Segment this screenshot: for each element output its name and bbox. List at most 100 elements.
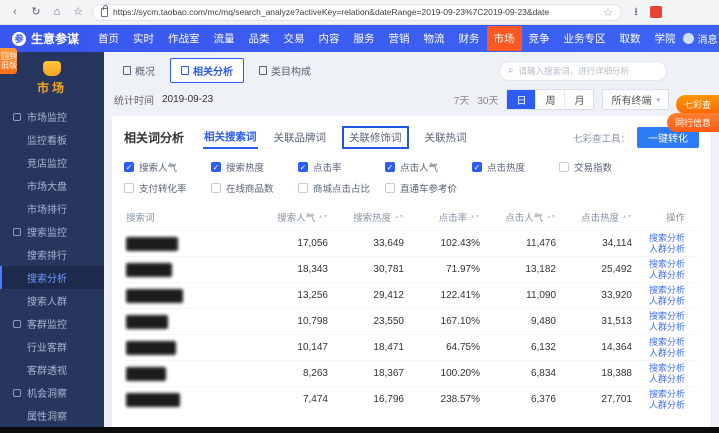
checkbox-icon[interactable] (298, 183, 308, 193)
audience-analysis-link[interactable]: 人群分析 (649, 400, 685, 411)
filter-pay-conversion[interactable]: 支付转化率 (124, 181, 211, 195)
sort-icon[interactable]: ▲▼ (318, 215, 328, 219)
audience-analysis-link[interactable]: 人群分析 (649, 348, 685, 359)
sort-icon[interactable]: ▲▼ (470, 215, 480, 219)
back-icon[interactable]: ‹ (8, 5, 22, 19)
peer-info-pill-button[interactable]: 同行信息 (667, 113, 719, 132)
checkbox-checked-icon[interactable]: ✓ (385, 162, 395, 172)
filter-online-products[interactable]: 在线商品数 (211, 181, 298, 195)
nav-item-competition[interactable]: 竞争 (522, 26, 557, 51)
nav-item-market[interactable]: 市场 (487, 26, 522, 51)
nav-item-finance[interactable]: 财务 (452, 26, 487, 51)
col-search-heat[interactable]: 搜索热度▲▼ (328, 210, 404, 224)
audience-analysis-link[interactable]: 人群分析 (649, 322, 685, 333)
search-analysis-link[interactable]: 搜索分析 (649, 337, 685, 348)
qicaicha-pill-button[interactable]: 七彩查 (676, 95, 719, 114)
keyword-search-box[interactable]: ⌕ (499, 61, 667, 81)
sidebar-item-attribute-insight[interactable]: 属性洞察 (0, 404, 104, 427)
sidebar-item-opportunity-insight[interactable]: 机会洞察 (0, 381, 104, 404)
nav-item-academy[interactable]: 学院 (648, 26, 683, 51)
download-icon[interactable]: ⭳ (629, 5, 643, 19)
nav-item-content[interactable]: 内容 (312, 26, 347, 51)
sidebar-item-market-ranking[interactable]: 市场排行 (0, 197, 104, 220)
filter-search-heat[interactable]: ✓搜索热度 (211, 160, 298, 174)
sidebar-item-market-overview[interactable]: 市场大盘 (0, 174, 104, 197)
sidebar-item-industry-audience[interactable]: 行业客群 (0, 335, 104, 358)
nav-user[interactable]: 消息 (683, 31, 718, 46)
sidebar-item-audience-insight[interactable]: 客群透视 (0, 358, 104, 381)
col-click-rate[interactable]: 点击率▲▼ (404, 210, 480, 224)
checkbox-icon[interactable] (559, 162, 569, 172)
search-term-cell[interactable] (124, 289, 252, 303)
search-analysis-link[interactable]: 搜索分析 (649, 285, 685, 296)
checkbox-checked-icon[interactable]: ✓ (472, 162, 482, 172)
audience-analysis-link[interactable]: 人群分析 (649, 244, 685, 255)
stat-date[interactable]: 2019-09-23 (162, 94, 213, 105)
search-term-cell[interactable] (124, 237, 252, 251)
audience-analysis-link[interactable]: 人群分析 (649, 374, 685, 385)
col-search-popularity[interactable]: 搜索人气▲▼ (252, 210, 328, 224)
sidebar-item-search-audience[interactable]: 搜索人群 (0, 289, 104, 312)
checkbox-icon[interactable] (211, 183, 221, 193)
audience-analysis-link[interactable]: 人群分析 (649, 296, 685, 307)
search-analysis-link[interactable]: 搜索分析 (649, 389, 685, 400)
filter-ztc-ref-price[interactable]: 直通车参考价 (385, 181, 472, 195)
url-bar[interactable]: https://sycm.taobao.com/mc/mq/search_ana… (92, 4, 622, 21)
search-term-cell[interactable] (124, 393, 252, 407)
tab-related-search-words[interactable]: 相关搜索词 (203, 126, 258, 149)
favorite-star-icon[interactable]: ☆ (603, 6, 613, 19)
search-term-cell[interactable] (124, 341, 252, 355)
range-day-button[interactable]: 日 (507, 90, 535, 109)
search-analysis-link[interactable]: 搜索分析 (649, 259, 685, 270)
sidebar-item-audience-monitor[interactable]: 客群监控 (0, 312, 104, 335)
range-week-button[interactable]: 周 (535, 90, 564, 109)
range-30d-button[interactable]: 30天 (477, 92, 498, 107)
sort-icon[interactable]: ▲▼ (546, 215, 556, 219)
checkbox-checked-icon[interactable]: ✓ (211, 162, 221, 172)
search-term-cell[interactable] (124, 315, 252, 329)
home-icon[interactable]: ⌂ (50, 5, 64, 19)
tab-modifier-words[interactable]: 关联修饰词 (342, 126, 409, 149)
filter-click-rate[interactable]: ✓点击率 (298, 160, 385, 174)
tab-category-composition[interactable]: 类目构成 (248, 58, 322, 83)
filter-trade-index[interactable]: 交易指数 (559, 160, 646, 174)
refresh-icon[interactable]: ↻ (29, 5, 43, 19)
sort-icon[interactable]: ▲▼ (622, 215, 632, 219)
filter-click-popularity[interactable]: ✓点击人气 (385, 160, 472, 174)
col-click-popularity[interactable]: 点击人气▲▼ (480, 210, 556, 224)
nav-item-trade[interactable]: 交易 (277, 26, 312, 51)
range-month-button[interactable]: 月 (564, 90, 593, 109)
terminal-select[interactable]: 所有终端 ▾ (602, 89, 669, 110)
tab-overview[interactable]: 概况 (112, 58, 166, 83)
sidebar-item-market-monitor[interactable]: 市场监控 (0, 105, 104, 128)
tab-brand-words[interactable]: 关联品牌词 (273, 127, 328, 148)
nav-item-logistics[interactable]: 物流 (417, 26, 452, 51)
range-7d-button[interactable]: 7天 (454, 92, 470, 107)
filter-mall-click-share[interactable]: 商城点击占比 (298, 181, 385, 195)
tab-hot-words[interactable]: 关联热词 (424, 127, 468, 148)
audience-analysis-link[interactable]: 人群分析 (649, 270, 685, 281)
sidebar-item-search-ranking[interactable]: 搜索排行 (0, 243, 104, 266)
checkbox-checked-icon[interactable]: ✓ (124, 162, 134, 172)
nav-item-category[interactable]: 品类 (242, 26, 277, 51)
checkbox-checked-icon[interactable]: ✓ (298, 162, 308, 172)
col-click-heat[interactable]: 点击热度▲▼ (556, 210, 632, 224)
sidebar-item-search-analysis[interactable]: 搜索分析 (0, 266, 104, 289)
tab-relation-analysis[interactable]: 相关分析 (170, 58, 244, 83)
search-analysis-link[interactable]: 搜索分析 (649, 363, 685, 374)
sidebar-item-competitor-monitor[interactable]: 竞店监控 (0, 151, 104, 174)
search-term-cell[interactable] (124, 263, 252, 277)
nav-item-data-fetch[interactable]: 取数 (613, 26, 648, 51)
search-analysis-link[interactable]: 搜索分析 (649, 233, 685, 244)
sort-icon[interactable]: ▲▼ (394, 215, 404, 219)
search-analysis-link[interactable]: 搜索分析 (649, 311, 685, 322)
nav-item-home[interactable]: 首页 (91, 26, 126, 51)
sidebar-item-search-monitor[interactable]: 搜索监控 (0, 220, 104, 243)
filter-click-heat[interactable]: ✓点击热度 (472, 160, 559, 174)
search-input[interactable] (519, 66, 658, 76)
extension-icon[interactable] (650, 6, 662, 18)
checkbox-icon[interactable] (124, 183, 134, 193)
filter-search-popularity[interactable]: ✓搜索人气 (124, 160, 211, 174)
old-version-ribbon[interactable]: 回到旧版 (0, 48, 17, 74)
nav-item-realtime[interactable]: 实时 (126, 26, 161, 51)
